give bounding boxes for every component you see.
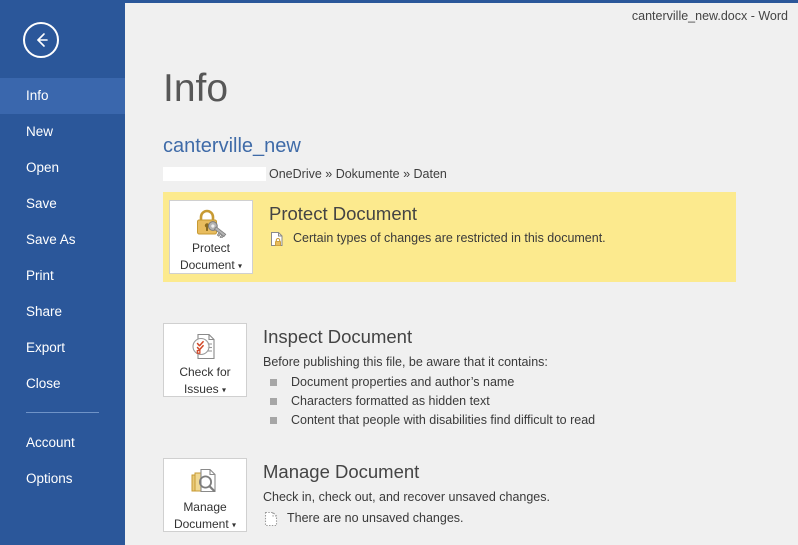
sidebar-item-label: Export (26, 340, 65, 355)
manage-document-heading: Manage Document (263, 460, 736, 484)
sidebar-item-label: Account (26, 435, 75, 450)
word-backstage-info-screen: canterville_new.docx - Word Info New Ope… (0, 0, 798, 545)
sidebar-item-label: New (26, 124, 53, 139)
bullet-square-icon (270, 379, 277, 386)
sidebar-item-print[interactable]: Print (0, 258, 125, 294)
protect-document-button-label-line1: Protect (192, 241, 230, 256)
document-path: OneDrive » Dokumente » Daten (269, 167, 447, 181)
inspect-document-heading: Inspect Document (263, 325, 736, 349)
back-arrow-icon[interactable] (23, 22, 59, 58)
sidebar-item-label: Info (26, 88, 49, 103)
document-check-icon (187, 331, 223, 363)
manage-document-button-label-line2: Document ▾ (174, 517, 236, 532)
protect-label-text: Document (180, 258, 235, 272)
list-item: Characters formatted as hidden text (263, 392, 736, 411)
sidebar-item-label: Options (26, 471, 73, 486)
list-item: Content that people with disabilities fi… (263, 411, 736, 430)
protect-document-status-text: Certain types of changes are restricted … (293, 229, 606, 248)
list-item-label: Content that people with disabilities fi… (291, 411, 595, 430)
manage-document-status: There are no unsaved changes. (263, 509, 736, 528)
sidebar-item-new[interactable]: New (0, 114, 125, 150)
bullet-square-icon (270, 398, 277, 405)
backstage-content: Info canterville_new OneDrive » Dokument… (125, 35, 798, 545)
sidebar-item-label: Save (26, 196, 57, 211)
sidebar-item-save[interactable]: Save (0, 186, 125, 222)
sidebar-item-options[interactable]: Options (0, 461, 125, 497)
sidebar-item-label: Share (26, 304, 62, 319)
manage-document-button[interactable]: Manage Document ▾ (163, 458, 247, 532)
document-name[interactable]: canterville_new (163, 135, 301, 158)
nav-item-list: Info New Open Save Save As Print Share E… (0, 78, 125, 497)
inspect-document-intro: Before publishing this file, be aware th… (263, 352, 736, 372)
list-item: Document properties and author’s name (263, 373, 736, 392)
check-for-issues-button[interactable]: Check for Issues ▾ (163, 323, 247, 397)
sidebar-item-share[interactable]: Share (0, 294, 125, 330)
backstage-nav-pane: Info New Open Save Save As Print Share E… (0, 0, 125, 545)
document-lock-icon (269, 231, 285, 247)
protect-document-button-label-line2: Document ▾ (180, 258, 242, 273)
sidebar-item-info[interactable]: Info (0, 78, 125, 114)
dotted-document-icon (263, 511, 279, 527)
inspect-document-body: Inspect Document Before publishing this … (263, 323, 736, 430)
title-bar-accent-line (125, 0, 798, 3)
issues-label-text: Issues (184, 382, 219, 396)
chevron-down-icon[interactable]: ▾ (222, 385, 226, 394)
check-for-issues-button-label-line2: Issues ▾ (184, 382, 226, 397)
protect-document-status: Certain types of changes are restricted … (269, 229, 736, 248)
protect-document-heading: Protect Document (269, 202, 736, 226)
inspect-document-bullets: Document properties and author’s name Ch… (263, 373, 736, 430)
sidebar-item-close[interactable]: Close (0, 366, 125, 402)
page-title: Info (163, 67, 228, 111)
inspect-document-section: Check for Issues ▾ Inspect Document Befo… (163, 323, 736, 430)
lock-key-icon (193, 208, 229, 239)
manage-document-section: Manage Document ▾ Manage Document Check … (163, 458, 736, 532)
sidebar-item-open[interactable]: Open (0, 150, 125, 186)
manage-document-status-text: There are no unsaved changes. (287, 509, 464, 528)
chevron-down-icon[interactable]: ▾ (238, 261, 242, 270)
bullet-square-icon (270, 417, 277, 424)
sidebar-item-label: Save As (26, 232, 76, 247)
window-title: canterville_new.docx - Word (632, 9, 788, 23)
sidebar-item-account[interactable]: Account (0, 425, 125, 461)
manage-document-intro: Check in, check out, and recover unsaved… (263, 487, 736, 507)
manage-label-text: Document (174, 517, 229, 531)
list-item-label: Characters formatted as hidden text (291, 392, 490, 411)
sidebar-item-export[interactable]: Export (0, 330, 125, 366)
sidebar-item-label: Open (26, 160, 59, 175)
sidebar-item-save-as[interactable]: Save As (0, 222, 125, 258)
protect-document-button[interactable]: Protect Document ▾ (169, 200, 253, 274)
sidebar-item-label: Print (26, 268, 54, 283)
check-for-issues-button-label-line1: Check for (179, 365, 230, 380)
nav-divider (26, 412, 99, 413)
sidebar-item-label: Close (26, 376, 61, 391)
document-stack-search-icon (187, 466, 223, 498)
path-redacted-box (163, 167, 266, 181)
manage-document-body: Manage Document Check in, check out, and… (263, 458, 736, 528)
protect-document-body: Protect Document Certain types of change… (269, 200, 736, 248)
chevron-down-icon[interactable]: ▾ (232, 520, 236, 529)
manage-document-button-label-line1: Manage (183, 500, 226, 515)
list-item-label: Document properties and author’s name (291, 373, 514, 392)
document-path-row: OneDrive » Dokumente » Daten (163, 166, 447, 182)
protect-document-section: Protect Document ▾ Protect Document (163, 192, 736, 282)
